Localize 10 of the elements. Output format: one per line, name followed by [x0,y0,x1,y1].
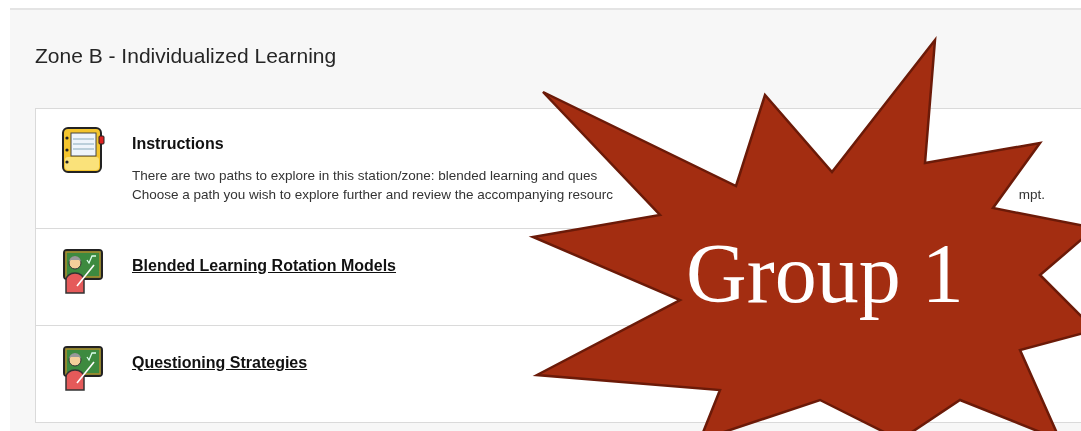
item-link[interactable]: Questioning Strategies [132,354,308,372]
item-link[interactable]: Blended Learning Rotation Models [132,257,396,275]
teacher-at-board-icon [61,345,105,393]
page-title: Zone B - Individualized Learning [35,44,337,68]
description-text: Choose a path you wish to explore further and review the accompanying resourc [132,186,614,204]
item-title: Instructions [132,135,224,153]
description-text: mpt. [1018,186,1045,204]
description-text: There are two paths to explore in this station/zone: blended learning and ques [132,167,598,185]
teacher-at-board-icon [61,248,105,296]
notebook-icon [61,126,105,174]
